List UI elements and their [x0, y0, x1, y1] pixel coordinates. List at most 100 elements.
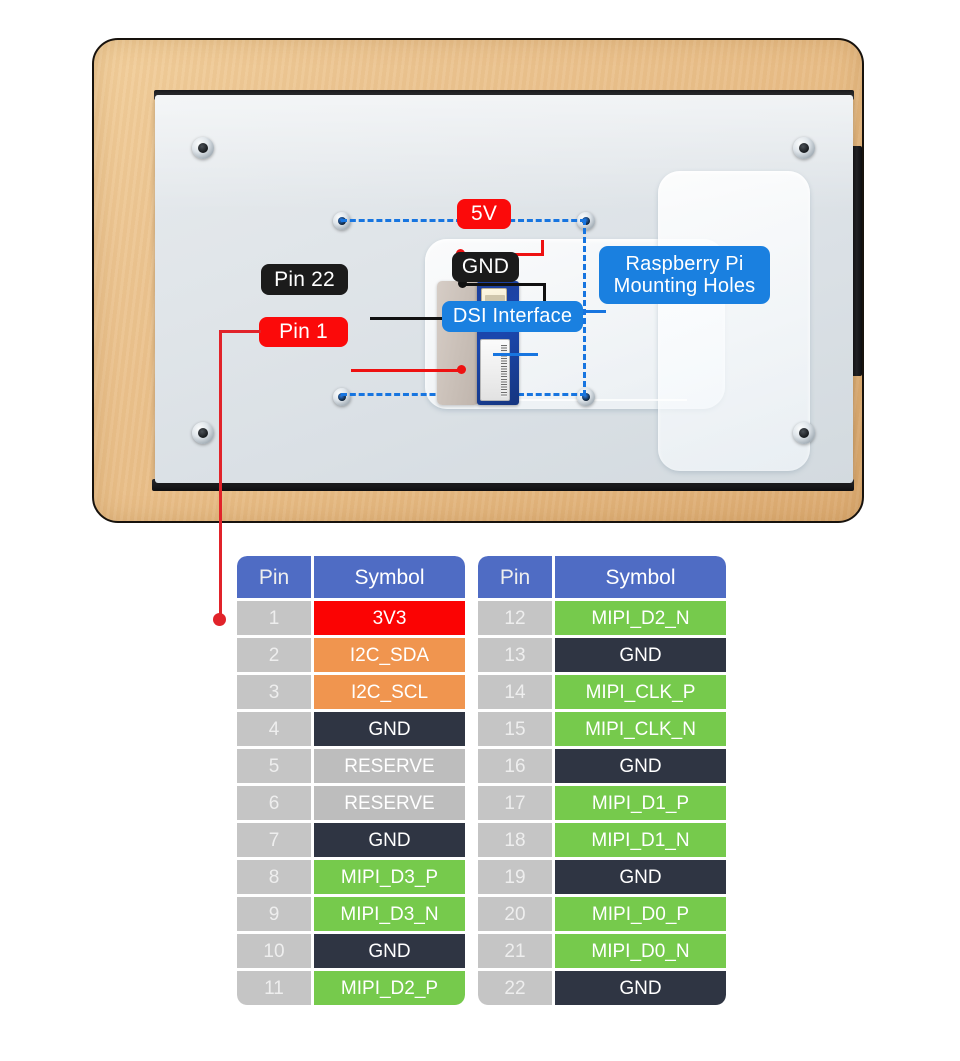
- pin-symbol-cell: MIPI_D3_P: [314, 860, 465, 894]
- pin-number-cell: 2: [237, 638, 311, 672]
- table-row: 4 GND: [237, 712, 465, 746]
- pin-number-cell: 21: [478, 934, 552, 968]
- table-row: 9 MIPI_D3_N: [237, 897, 465, 931]
- screw-bottom-left: [192, 422, 214, 444]
- pin-number-cell: 14: [478, 675, 552, 709]
- table-row: 12 MIPI_D2_N: [478, 601, 726, 635]
- callout-pin22: Pin 22: [261, 264, 348, 295]
- header-symbol: Symbol: [555, 556, 726, 598]
- table-row: 1 3V3: [237, 601, 465, 635]
- table-row: 19 GND: [478, 860, 726, 894]
- table-row: 17 MIPI_D1_P: [478, 786, 726, 820]
- pin-number-cell: 5: [237, 749, 311, 783]
- screw-top-right: [793, 137, 815, 159]
- pinout-table-right: Pin Symbol 12 MIPI_D2_N 13 GND 14 MIPI_CLK_P 1…: [478, 556, 726, 1005]
- table-row: 5 RESERVE: [237, 749, 465, 783]
- pin-number-cell: 22: [478, 971, 552, 1005]
- table-row: 7 GND: [237, 823, 465, 857]
- page-root: 5V GND Pin 22 Pin 1 DSI Interface Raspbe…: [0, 0, 960, 1061]
- callout-dsi-interface: DSI Interface: [442, 301, 583, 332]
- pin-symbol-cell: RESERVE: [314, 786, 465, 820]
- pcb-substrate: [477, 281, 519, 405]
- pin-symbol-cell: MIPI_D2_N: [555, 601, 726, 635]
- leader-pin1-line: [351, 369, 463, 372]
- pin-symbol-cell: MIPI_D0_P: [555, 897, 726, 931]
- table-row: 14 MIPI_CLK_P: [478, 675, 726, 709]
- leader-pin1-dot: [457, 365, 466, 374]
- callout-gnd: GND: [452, 252, 519, 282]
- screw-top-left: [192, 137, 214, 159]
- callout-pin22-label: Pin 22: [274, 267, 335, 291]
- pin-number-cell: 6: [237, 786, 311, 820]
- pin-symbol-cell: GND: [314, 712, 465, 746]
- callout-rpi-label-line2: Mounting Holes: [613, 275, 756, 297]
- pin-symbol-cell: GND: [314, 823, 465, 857]
- pin-number-cell: 10: [237, 934, 311, 968]
- callout-rpi-label-line1: Raspberry Pi: [625, 252, 744, 275]
- pin1-pointer-endpoint-dot: [213, 613, 226, 626]
- table-row: 22 GND: [478, 971, 726, 1005]
- dsi-fpc-connector: [480, 339, 510, 401]
- callout-5v-label: 5V: [470, 202, 498, 226]
- pin-number-cell: 8: [237, 860, 311, 894]
- screw-bottom-right: [793, 422, 815, 444]
- table-row: 10 GND: [237, 934, 465, 968]
- pin-number-cell: 1: [237, 601, 311, 635]
- pin-number-cell: 13: [478, 638, 552, 672]
- callout-dsi-label: DSI Interface: [452, 305, 573, 328]
- table-row: 18 MIPI_D1_N: [478, 823, 726, 857]
- callout-5v: 5V: [457, 199, 511, 229]
- leader-5v-vertical: [541, 240, 544, 256]
- leader-dsi-line: [493, 353, 538, 356]
- pin-symbol-cell: MIPI_D1_N: [555, 823, 726, 857]
- pin-symbol-cell: MIPI_CLK_P: [555, 675, 726, 709]
- pin-number-cell: 11: [237, 971, 311, 1005]
- leader-gnd-horizontal: [463, 283, 546, 286]
- table-row: 20 MIPI_D0_P: [478, 897, 726, 931]
- table-row: 16 GND: [478, 749, 726, 783]
- pin1-pointer-horizontal: [219, 330, 261, 333]
- dsi-adapter-pcb: [437, 281, 519, 405]
- leader-gnd-vertical: [543, 283, 546, 301]
- pin-symbol-cell: MIPI_D0_N: [555, 934, 726, 968]
- pin-number-cell: 9: [237, 897, 311, 931]
- table-row: 13 GND: [478, 638, 726, 672]
- table-row: 11 MIPI_D2_P: [237, 971, 465, 1005]
- pin-symbol-cell: GND: [555, 638, 726, 672]
- pin-symbol-cell: I2C_SDA: [314, 638, 465, 672]
- flex-cable: [437, 281, 479, 405]
- pin-number-cell: 16: [478, 749, 552, 783]
- pin-number-cell: 7: [237, 823, 311, 857]
- pin-number-cell: 15: [478, 712, 552, 746]
- header-pin: Pin: [237, 556, 311, 598]
- pin-symbol-cell: GND: [555, 971, 726, 1005]
- table-row: 8 MIPI_D3_P: [237, 860, 465, 894]
- pin1-pointer-vertical: [219, 331, 222, 618]
- pin-symbol-cell: GND: [555, 860, 726, 894]
- callout-gnd-label: GND: [461, 255, 510, 279]
- pinout-table-left: Pin Symbol 1 3V3 2 I2C_SDA 3 I2C_SCL 4 GND 5 RESE…: [237, 556, 465, 1005]
- pin-symbol-cell: MIPI_D3_N: [314, 897, 465, 931]
- pin-number-cell: 17: [478, 786, 552, 820]
- pin-number-cell: 12: [478, 601, 552, 635]
- header-symbol: Symbol: [314, 556, 465, 598]
- callout-pin1: Pin 1: [259, 317, 348, 347]
- callout-raspberry-pi-mounting-holes: Raspberry Pi Mounting Holes: [599, 246, 770, 304]
- table-header-row: Pin Symbol: [237, 556, 465, 598]
- pin-symbol-cell: MIPI_D2_P: [314, 971, 465, 1005]
- pin-number-cell: 3: [237, 675, 311, 709]
- pin-number-cell: 18: [478, 823, 552, 857]
- pin-symbol-cell: I2C_SCL: [314, 675, 465, 709]
- pin-symbol-cell: MIPI_CLK_N: [555, 712, 726, 746]
- pin-symbol-cell: MIPI_D1_P: [555, 786, 726, 820]
- pin-symbol-cell: 3V3: [314, 601, 465, 635]
- leader-rpi-line: [586, 310, 606, 313]
- pin-number-cell: 20: [478, 897, 552, 931]
- table-row: 15 MIPI_CLK_N: [478, 712, 726, 746]
- pin-symbol-cell: GND: [555, 749, 726, 783]
- pin-symbol-cell: RESERVE: [314, 749, 465, 783]
- table-row: 21 MIPI_D0_N: [478, 934, 726, 968]
- callout-pin1-label: Pin 1: [279, 320, 328, 344]
- table-row: 6 RESERVE: [237, 786, 465, 820]
- table-row: 3 I2C_SCL: [237, 675, 465, 709]
